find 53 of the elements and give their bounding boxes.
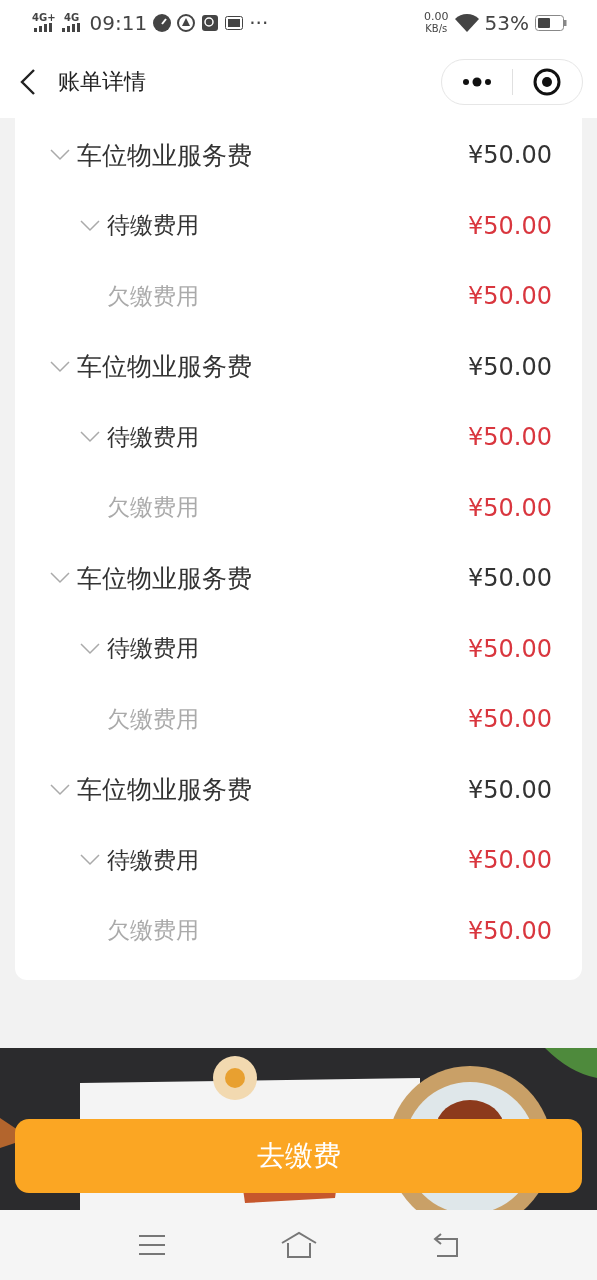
chevron-icon[interactable] [79,641,101,656]
chevron-icon[interactable] [79,853,101,868]
app-icon [201,13,220,32]
fee-label: 待缴费用 [107,634,200,664]
fee-label: 车位物业服务费 [77,351,253,384]
app-icon [225,15,244,30]
more-notifications: ··· [249,10,269,35]
fee-amount: ¥50.00 [468,423,552,452]
fee-label: 车位物业服务费 [77,774,253,807]
fee-amount: ¥50.00 [468,493,552,522]
fee-label: 欠缴费用 [107,281,200,311]
pay-button[interactable]: 去缴费 [15,1119,582,1193]
back-icon[interactable] [20,67,36,96]
clock-time: 09:11 [89,10,148,35]
fee-label: 欠缴费用 [107,916,200,946]
fee-amount: ¥50.00 [468,775,552,804]
battery-percent: 53% [484,10,529,35]
chevron-icon[interactable] [49,148,71,163]
fee-amount: ¥50.00 [468,141,552,170]
fee-amount: ¥50.00 [468,916,552,945]
more-icon[interactable] [461,76,492,87]
fee-label: 待缴费用 [107,422,200,452]
fee-amount: ¥50.00 [468,211,552,240]
signal-icon [61,23,82,32]
chevron-icon[interactable] [79,218,101,233]
fee-label: 车位物业服务费 [77,562,253,595]
page-title: 账单详情 [58,67,147,96]
fee-amount: ¥50.00 [468,352,552,381]
chevron-icon[interactable] [49,782,71,797]
battery-icon [535,14,567,31]
menu-icon[interactable] [136,1233,167,1257]
home-icon[interactable] [279,1231,318,1259]
chevron-icon[interactable] [49,359,71,374]
fee-amount: ¥50.00 [468,846,552,875]
signal-icon [33,23,54,32]
chevron-icon[interactable] [49,571,71,586]
fee-amount: ¥50.00 [468,705,552,734]
fee-label: 待缴费用 [107,211,200,241]
fee-label: 车位物业服务费 [77,139,253,172]
network-label: 4G+ [32,13,56,23]
app-icon [177,13,196,32]
fee-amount: ¥50.00 [468,282,552,311]
speed-unit: KB/s [425,23,448,35]
wifi-icon [454,13,479,32]
fee-label: 欠缴费用 [107,704,200,734]
chevron-icon[interactable] [79,430,101,445]
gauge-icon [153,13,172,32]
speed-value: 0.00 [424,10,449,24]
fee-label: 欠缴费用 [107,493,200,523]
fee-amount: ¥50.00 [468,634,552,663]
fee-label: 待缴费用 [107,845,200,875]
network-label: 4G [63,13,80,23]
fee-amount: ¥50.00 [468,564,552,593]
